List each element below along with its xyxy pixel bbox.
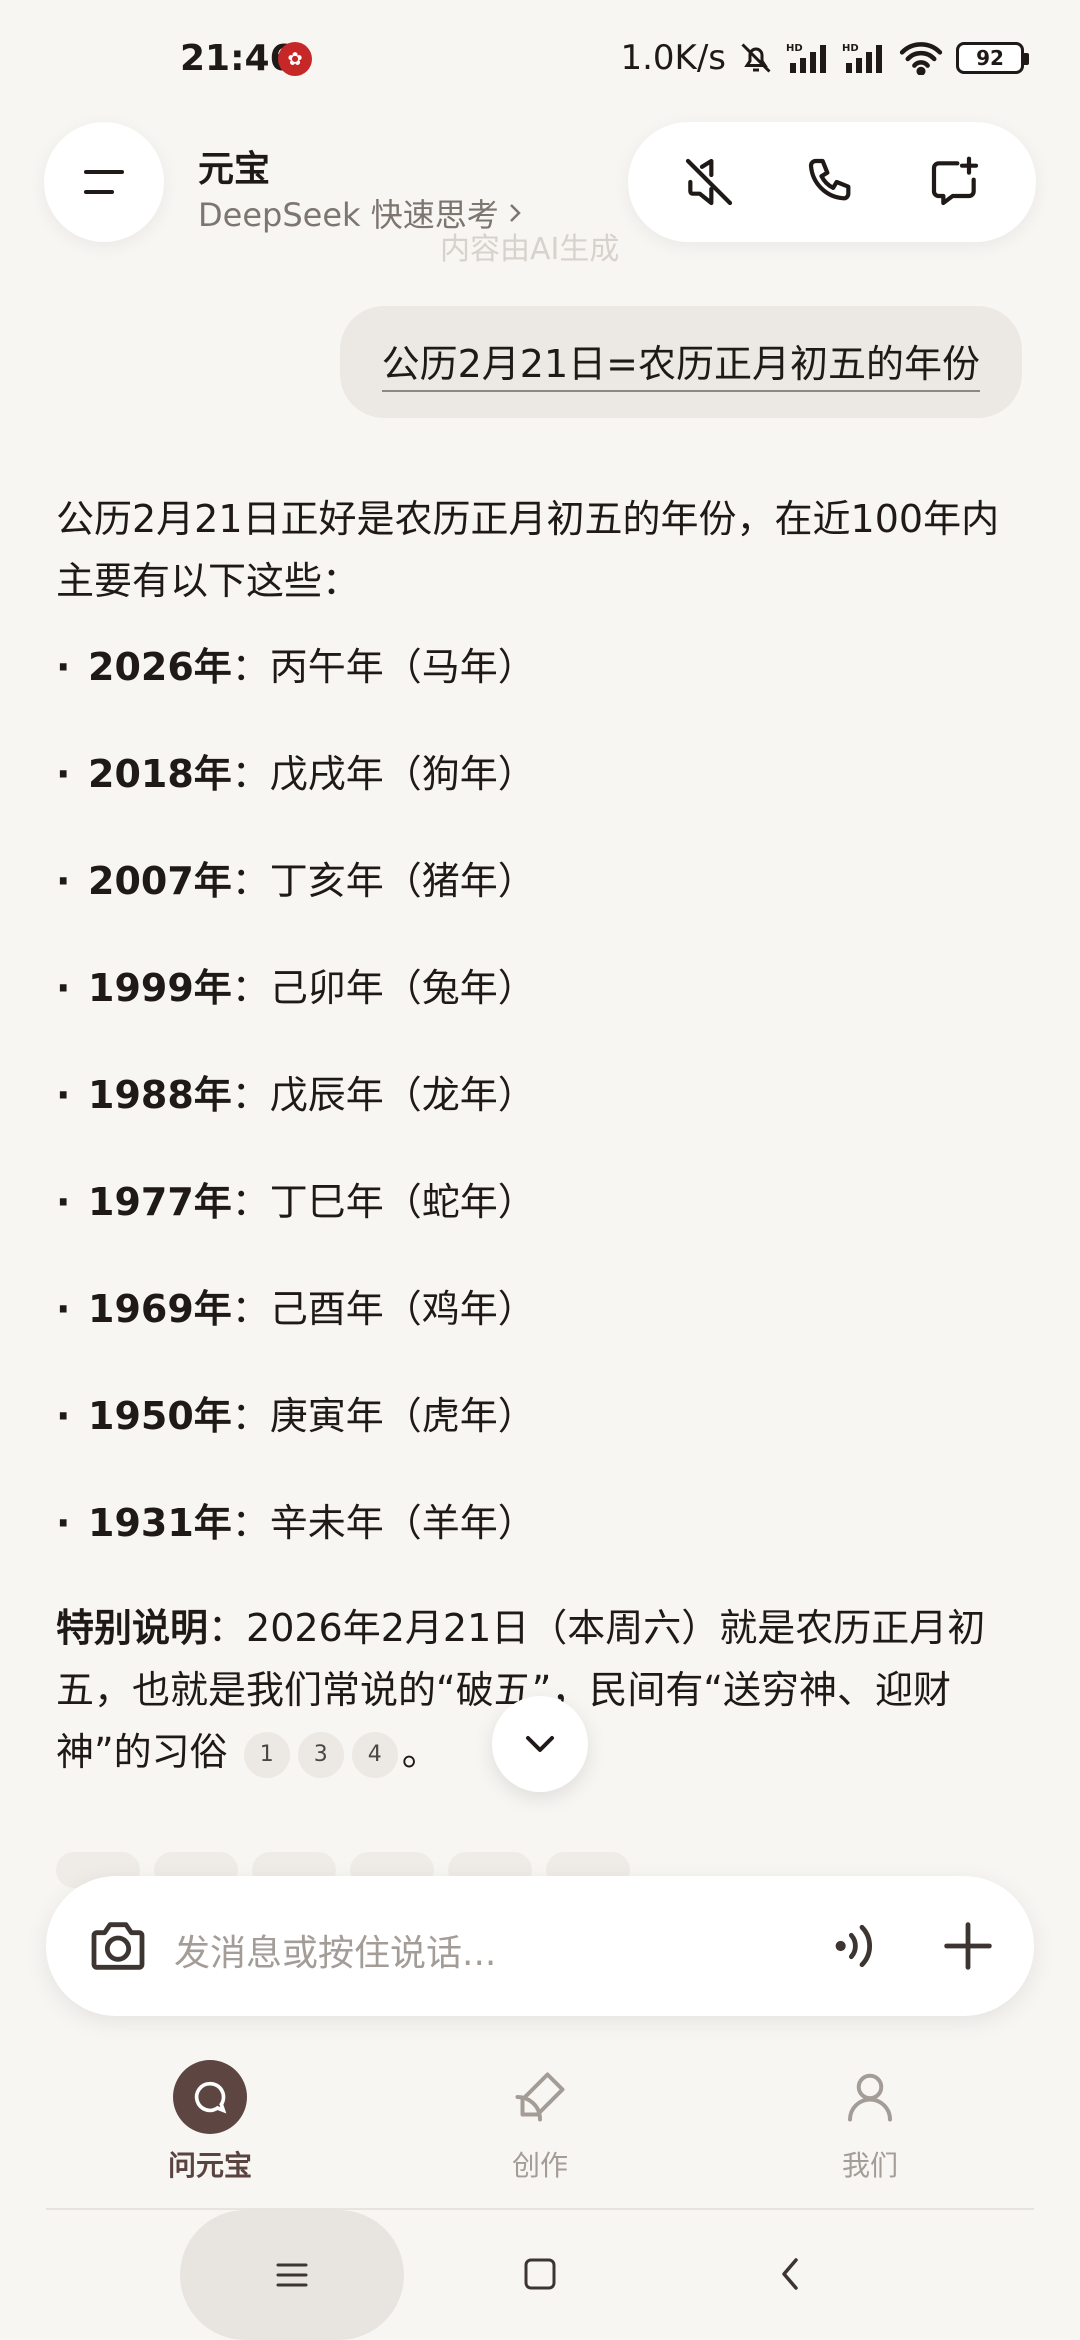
year-desc: ：戊戌年（狗年）: [231, 752, 536, 796]
year-desc: ：辛未年（羊年）: [231, 1501, 536, 1545]
user-message-bubble[interactable]: 公历2月21日=农历正月初五的年份: [339, 306, 1022, 418]
note-end: 。: [401, 1730, 440, 1774]
home-button[interactable]: [520, 2254, 560, 2294]
answer-intro: 公历2月21日正好是农历正月初五的年份，在近100年内主要有以下这些：: [56, 497, 1000, 603]
year-label: 1950年: [88, 1394, 232, 1438]
recent-apps-button[interactable]: [180, 2210, 404, 2340]
new-chat-icon: [931, 156, 978, 206]
header-actions: [628, 122, 1036, 242]
model-selector[interactable]: DeepSeek 快速思考: [198, 190, 523, 236]
svg-text:HD: HD: [786, 43, 803, 54]
year-desc: ：己卯年（兔年）: [231, 966, 536, 1010]
bullet: ·: [56, 1180, 71, 1224]
camera-button[interactable]: [86, 1914, 150, 1978]
list-item: · 1931年 ：辛未年（羊年）: [56, 1492, 1016, 1599]
chat-title: 元宝: [198, 149, 271, 190]
bullet: ·: [56, 1073, 71, 1117]
citation-badge[interactable]: 1: [243, 1731, 290, 1778]
speaker-off-icon: [686, 158, 733, 206]
mute-voice-button[interactable]: [669, 142, 749, 222]
citation-badge[interactable]: 3: [297, 1731, 344, 1778]
year-desc: ：丁亥年（猪年）: [231, 859, 536, 903]
scroll-to-bottom-button[interactable]: [492, 1696, 588, 1792]
list-item: · 1977年 ：丁巳年（蛇年）: [56, 1171, 1016, 1278]
year-label: 2007年: [88, 859, 232, 903]
message-input[interactable]: 发消息或按住说话...: [174, 1924, 496, 1976]
nav-item-us[interactable]: 我们: [770, 2060, 970, 2184]
year-label: 2018年: [88, 752, 232, 796]
svg-text:HD: HD: [842, 43, 859, 54]
list-item: · 1999年 ：己卯年（兔年）: [56, 957, 1016, 1064]
person-icon: [833, 2060, 907, 2134]
bullet: ·: [56, 1501, 71, 1545]
year-label: 1977年: [88, 1180, 232, 1224]
year-desc: ：丙午年（马年）: [231, 645, 536, 689]
plus-icon: [944, 1922, 992, 1970]
bullet: ·: [56, 966, 71, 1010]
network-speed: 1.0K/s: [620, 38, 726, 78]
bottom-nav: 问元宝 创作 我们: [0, 2060, 1080, 2210]
year-desc: ：庚寅年（虎年）: [231, 1394, 536, 1438]
system-nav-bar: [0, 2210, 1080, 2340]
nav-item-ask[interactable]: 问元宝: [110, 2060, 310, 2184]
list-item: · 1950年 ：庚寅年（虎年）: [56, 1385, 1016, 1492]
note-label: 特别说明: [56, 1606, 209, 1650]
year-label: 2026年: [88, 645, 232, 689]
list-item: · 2007年 ：丁亥年（猪年）: [56, 850, 1016, 957]
assistant-answer: 公历2月21日正好是农历正月初五的年份，在近100年内主要有以下这些： · 202…: [56, 488, 1016, 1783]
chevron-right-icon: [509, 204, 521, 222]
app-notification-icon: ✿: [278, 42, 312, 76]
bullet: ·: [56, 1394, 71, 1438]
square-icon: [524, 2258, 556, 2290]
model-name: DeepSeek 快速思考: [198, 196, 499, 234]
chat-bubble-icon: [173, 2060, 247, 2134]
year-desc: ：戊辰年（龙年）: [231, 1073, 536, 1117]
list-item: · 2018年 ：戊戌年（狗年）: [56, 743, 1016, 850]
nav-item-create[interactable]: 创作: [440, 2060, 640, 2184]
bullet: ·: [56, 859, 71, 903]
menu-button[interactable]: [44, 122, 164, 242]
phone-icon: [808, 158, 851, 201]
chevron-down-icon: [526, 1736, 554, 1752]
bullet: ·: [56, 645, 71, 689]
year-label: 1931年: [88, 1501, 232, 1545]
add-attachment-button[interactable]: [936, 1914, 1000, 1978]
camera-icon: [91, 1922, 145, 1970]
list-item: · 1969年 ：己酉年（鸡年）: [56, 1278, 1016, 1385]
bullet: ·: [56, 752, 71, 796]
year-desc: ：己酉年（鸡年）: [231, 1287, 536, 1331]
signal-icon: HD: [786, 41, 830, 75]
menu-icon: [84, 170, 124, 194]
call-button[interactable]: [792, 142, 872, 222]
user-message-text: 公历2月21日=农历正月初五的年份: [381, 333, 980, 392]
pen-icon: [503, 2060, 577, 2134]
status-bar: 21:46 ✿ 1.0K/s HD HD 92: [0, 0, 1080, 120]
message-input-bar: 发消息或按住说话...: [46, 1876, 1034, 2016]
citation-badge[interactable]: 4: [351, 1731, 398, 1778]
year-list: · 2026年 ：丙午年（马年） · 2018年 ：戊戌年（狗年） · 2007年 ：丁亥年…: [56, 636, 1016, 1599]
list-item: · 2026年 ：丙午年（马年）: [56, 636, 1016, 743]
battery-icon: 92: [956, 42, 1029, 74]
year-label: 1999年: [88, 966, 232, 1010]
signal-2-icon: HD: [842, 41, 886, 75]
chevron-left-icon: [782, 2258, 798, 2290]
status-right: 1.0K/s HD HD 92: [620, 38, 1029, 78]
voice-wave-icon: [835, 1924, 873, 1968]
year-label: 1969年: [88, 1287, 232, 1331]
nav-label: 问元宝: [167, 2149, 252, 2182]
list-item: · 1988年 ：戊辰年（龙年）: [56, 1064, 1016, 1171]
menu-lines-icon: [276, 2263, 308, 2287]
back-button[interactable]: [770, 2254, 810, 2294]
nav-label: 我们: [841, 2149, 898, 2182]
year-label: 1988年: [88, 1073, 232, 1117]
wifi-icon: [898, 41, 944, 75]
voice-input-button[interactable]: [822, 1914, 886, 1978]
nav-label: 创作: [511, 2149, 568, 2182]
mute-bell-icon: [738, 40, 774, 76]
year-desc: ：丁巳年（蛇年）: [231, 1180, 536, 1224]
bullet: ·: [56, 1287, 71, 1331]
new-chat-button[interactable]: [915, 142, 995, 222]
